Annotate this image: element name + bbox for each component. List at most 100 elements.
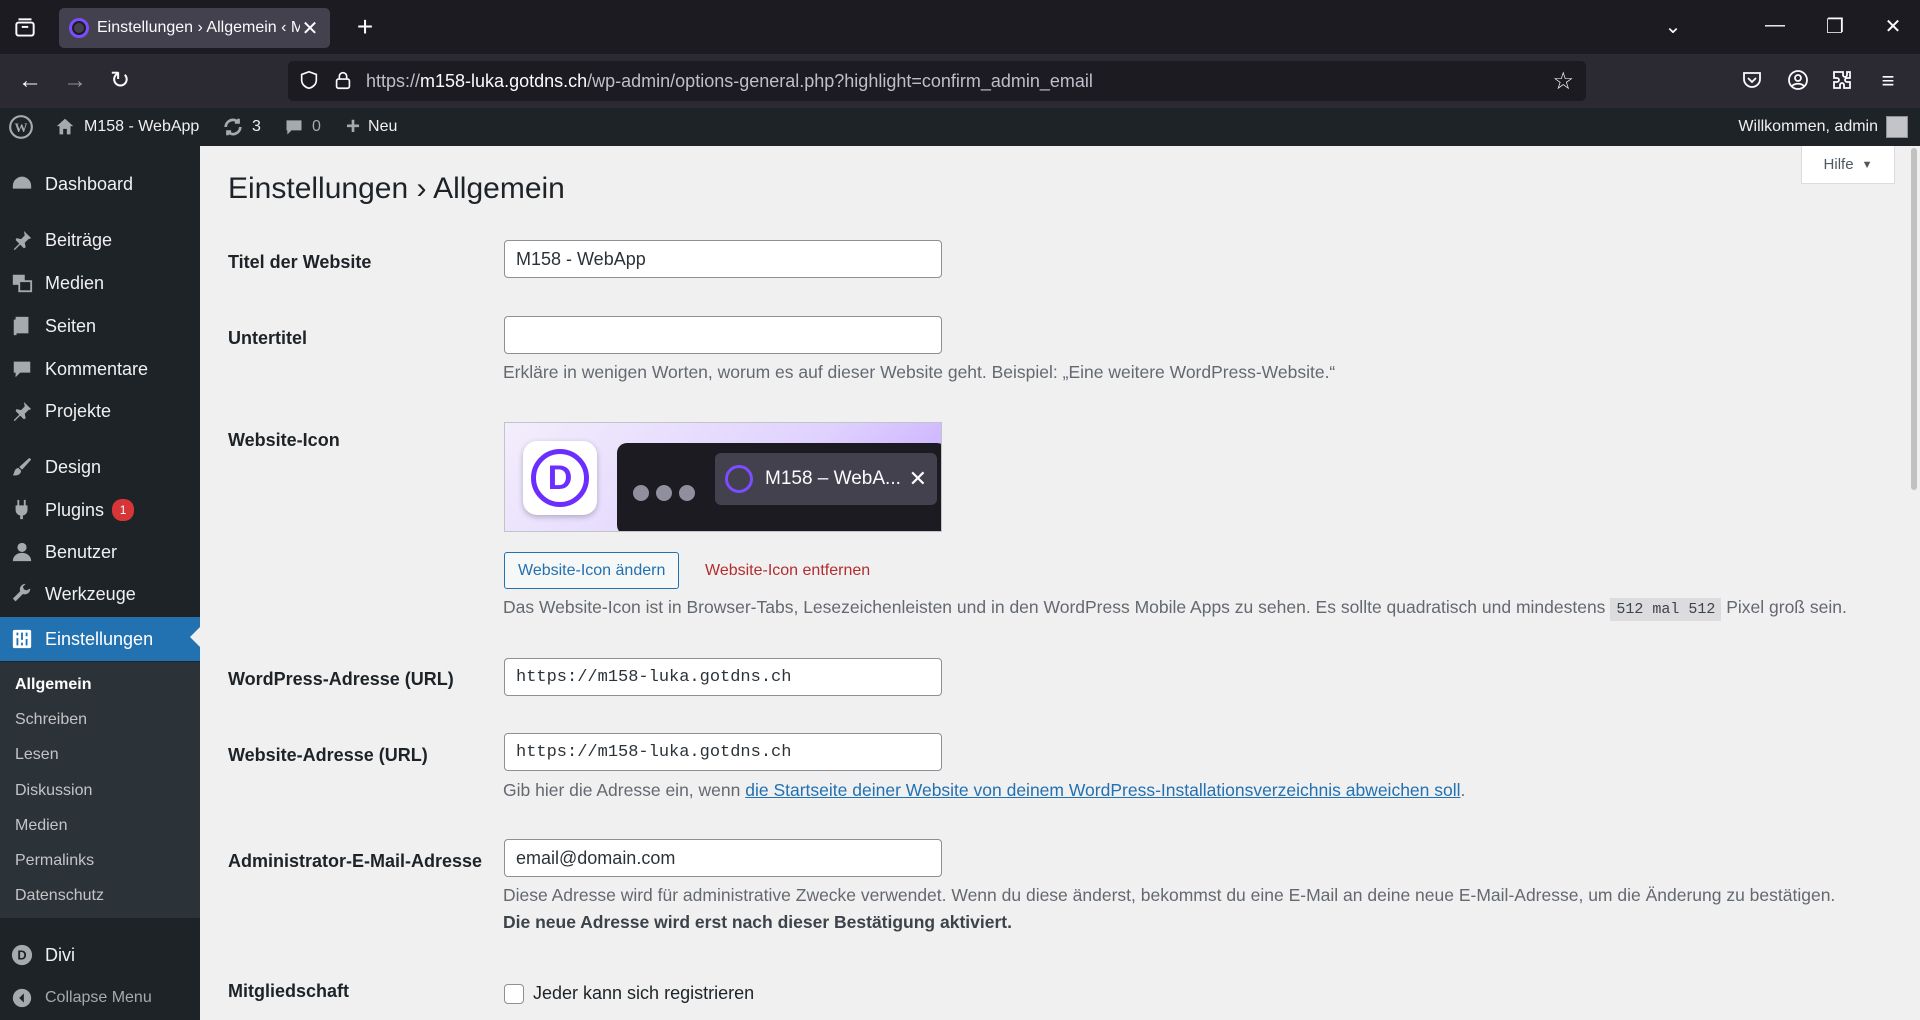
browser-tab-preview: M158 – WebA... ✕ [617,443,941,531]
reload-icon[interactable]: ↻ [106,68,134,96]
svg-text:D: D [17,948,26,963]
sidebar-item-label: Werkzeuge [45,583,136,604]
submenu-item-reading[interactable]: Lesen [15,746,59,764]
sidebar-item-divi[interactable]: D Divi [0,935,200,975]
sidebar-item-label: Seiten [45,315,97,336]
app-menu-icon[interactable]: ≡ [1874,68,1902,96]
tab-list-icon[interactable] [12,15,38,41]
pocket-icon[interactable] [1740,68,1768,96]
site-url-input[interactable] [504,733,942,771]
submenu-item-discussion[interactable]: Diskussion [15,782,92,800]
sidebar-item-media[interactable]: Medien [0,263,200,303]
change-site-icon-button[interactable]: Website-Icon ändern [504,552,680,589]
account-icon[interactable] [1786,68,1814,96]
close-window-icon[interactable]: ✕ [1880,14,1906,39]
sidebar-item-settings[interactable]: Einstellungen [0,617,200,661]
preview-tab: M158 – WebA... ✕ [715,453,937,505]
sidebar-item-label: Beiträge [45,229,113,250]
favicon-preview-icon [725,465,753,493]
sidebar-item-label: Design [45,456,102,477]
minimize-icon[interactable]: — [1762,14,1788,37]
help-tab-button[interactable]: Hilfe ▼ [1801,146,1895,184]
tracking-shield-icon[interactable] [298,69,322,93]
favicon-icon [69,18,89,38]
adminbar-updates[interactable]: 3 [222,108,261,146]
sidebar-item-pages[interactable]: Seiten [0,306,200,346]
bookmark-star-icon[interactable]: ☆ [1552,67,1574,96]
admin-email-label: Administrator-E-Mail-Adresse [228,851,483,871]
sidebar-item-posts[interactable]: Beiträge [0,220,200,260]
extensions-icon[interactable] [1830,68,1858,96]
membership-label: Mitgliedschaft [228,981,350,1001]
admin-email-note: Die neue Adresse wird erst nach dieser B… [503,912,1012,932]
sidebar-item-label: Divi [45,944,75,965]
sidebar-item-users[interactable]: Benutzer [0,532,200,572]
tagline-input[interactable] [504,316,942,354]
caret-down-icon: ▼ [1861,158,1873,171]
anyone-can-register-checkbox[interactable] [504,984,524,1004]
adminbar-new[interactable]: + Neu [346,108,397,146]
dashboard-icon [11,173,33,195]
adminbar-account[interactable]: Willkommen, admin [1738,108,1908,146]
sidebar-item-label: Projekte [45,400,112,421]
anyone-can-register-label[interactable]: Jeder kann sich registrieren [533,983,754,1004]
preview-tab-title: M158 – WebA... [765,468,901,489]
site-icon-label: Website-Icon [228,430,340,450]
new-tab-icon[interactable]: + [350,13,380,41]
comments-icon [284,117,304,137]
admin-email-description: Diese Adresse wird für administrative Zw… [503,885,1836,932]
page-scrollbar[interactable] [1911,148,1917,490]
page-title: Einstellungen › Allgemein [228,172,565,205]
preview-close-icon: ✕ [908,466,927,491]
updates-icon [222,116,244,138]
sidebar-item-tools[interactable]: Werkzeuge [0,574,200,614]
sidebar-item-label: Kommentare [45,358,149,379]
brush-icon [11,456,33,478]
pin-icon [11,400,33,422]
svg-text:W: W [15,120,28,135]
submenu-item-media[interactable]: Medien [15,817,67,835]
window-dot-icon [679,485,695,501]
settings-icon [11,628,33,650]
collapse-menu-button[interactable]: Collapse Menu [0,978,200,1018]
wordpress-logo-icon[interactable]: W [8,108,34,146]
admin-sidebar: Dashboard Beiträge Medien Seiten Komment… [0,146,200,1020]
site-icon-description: Das Website-Icon ist in Browser-Tabs, Le… [503,594,1847,623]
remove-site-icon-link[interactable]: Website-Icon entfernen [705,562,870,580]
tagline-description: Erkläre in wenigen Worten, worum es auf … [503,362,1336,382]
site-title-input[interactable] [504,240,942,278]
plugins-update-badge: 1 [112,499,135,521]
site-title-label: Titel der Website [228,252,372,272]
tab-overflow-chevron-icon[interactable]: ⌄ [1660,14,1686,39]
page-icon [11,315,33,337]
tagline-label: Untertitel [228,328,308,348]
tab-close-icon[interactable]: ✕ [300,16,320,41]
adminbar-site-link[interactable]: M158 - WebApp [54,108,199,146]
pin-icon [11,229,33,251]
sidebar-item-comments[interactable]: Kommentare [0,349,200,389]
restore-icon[interactable]: ❐ [1822,14,1848,39]
sidebar-item-projects[interactable]: Projekte [0,391,200,431]
url-bar[interactable]: https://m158-luka.gotdns.ch/wp-admin/opt… [288,61,1586,101]
sidebar-item-design[interactable]: Design [0,447,200,487]
admin-email-input[interactable] [504,839,942,877]
adminbar-comments[interactable]: 0 [284,108,321,146]
site-url-description: Gib hier die Adresse ein, wenn die Start… [503,780,1466,800]
site-url-label: Website-Adresse (URL) [228,745,428,765]
collapse-arrow-icon [11,987,33,1009]
comments-count: 0 [312,118,321,135]
lock-icon[interactable] [332,69,356,93]
submenu-item-general[interactable]: Allgemein [15,676,91,694]
site-url-help-link[interactable]: die Startseite deiner Website von deinem… [745,780,1460,800]
submenu-item-writing[interactable]: Schreiben [15,711,87,729]
submenu-item-privacy[interactable]: Datenschutz [15,887,104,905]
back-icon[interactable]: ← [16,68,44,96]
window-dot-icon [633,485,649,501]
wordpress-url-input[interactable] [504,658,942,696]
browser-tab-active[interactable]: Einstellungen › Allgemein ‹ M158 ✕ [59,8,330,48]
forward-icon[interactable]: → [61,68,89,96]
app-icon-preview: D [523,441,597,515]
submenu-item-permalinks[interactable]: Permalinks [15,852,94,870]
sidebar-item-dashboard[interactable]: Dashboard [0,164,200,204]
sidebar-item-plugins[interactable]: Plugins 1 [0,490,200,530]
